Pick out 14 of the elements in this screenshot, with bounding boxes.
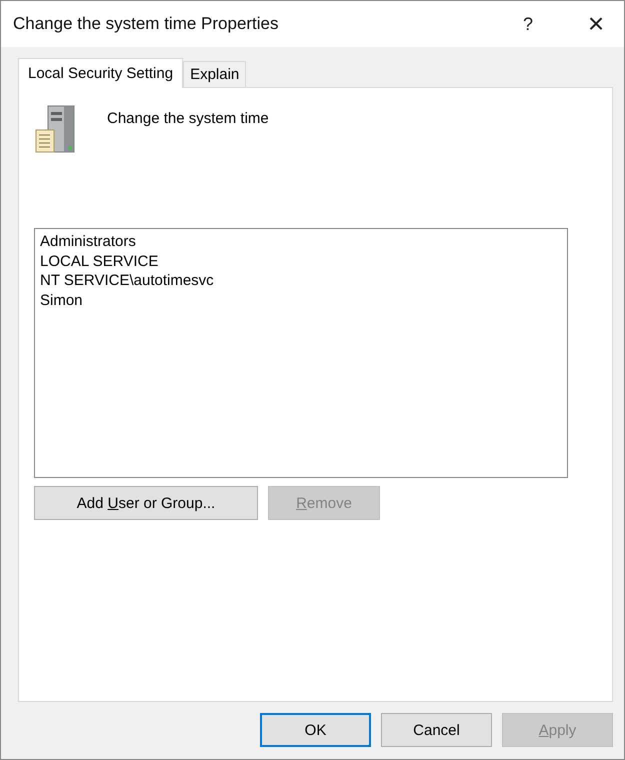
tab[interactable]: Local Security Setting	[18, 58, 184, 88]
policy-name: Change the system time	[107, 110, 269, 127]
list-item[interactable]: Administrators	[40, 232, 562, 252]
cancel-button[interactable]: Cancel	[381, 713, 492, 747]
help-button[interactable]: ?	[508, 1, 548, 47]
ok-button[interactable]: OK	[260, 713, 371, 747]
tab[interactable]: Explain	[183, 61, 246, 87]
list-item[interactable]: NT SERVICE\autotimesvc	[40, 271, 562, 290]
list-item[interactable]: LOCAL SERVICE	[40, 252, 562, 271]
accounts-list[interactable]: Administrators LOCAL SERVICE NT SERVICE\autotimesvc Simon	[34, 228, 568, 478]
close-button[interactable]: ×	[568, 1, 624, 47]
window-title: Change the system time Properties	[13, 14, 280, 34]
add-button[interactable]: Add User or Group...	[34, 486, 258, 520]
list-item[interactable]: Simon	[40, 290, 562, 310]
